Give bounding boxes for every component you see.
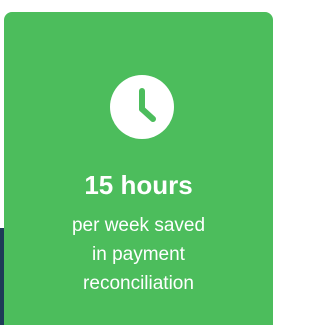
clock-icon — [110, 75, 174, 139]
stat-description-line: reconciliation — [83, 273, 194, 294]
stat-description: per week saved in payment reconciliation — [4, 211, 273, 298]
stat-description-line: in payment — [92, 244, 185, 265]
stat-value: 15 hours — [84, 170, 193, 200]
page: 15 hours per week saved in payment recon… — [0, 0, 273, 325]
stat-description-line: per week saved — [71, 215, 206, 236]
stat-card: 15 hours per week saved in payment recon… — [4, 12, 273, 325]
